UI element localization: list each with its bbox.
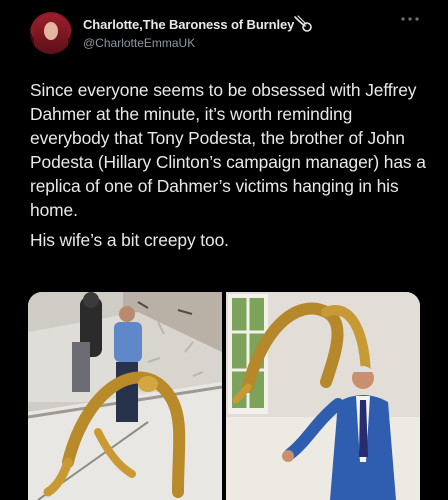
tweet-text: Since everyone seems to be obsessed with… [30,78,430,252]
avatar[interactable] [30,12,72,54]
media-photo-left[interactable] [28,292,222,500]
tweet-media [28,292,420,500]
comet-icon [294,15,312,32]
more-dots-icon[interactable] [399,14,421,24]
photo-left-illustration [28,292,222,500]
author-display-name[interactable]: Charlotte,The Baroness of Burnley [83,17,294,32]
author-handle[interactable]: @CharlotteEmmaUK [83,36,195,50]
photo-right-illustration [226,292,420,500]
tweet-paragraph: His wife’s a bit creepy too. [30,230,229,250]
tweet-header: Charlotte,The Baroness of Burnley @Charl… [0,0,448,64]
media-photo-right[interactable] [226,292,420,500]
tweet-paragraph: Since everyone seems to be obsessed with… [30,80,426,220]
